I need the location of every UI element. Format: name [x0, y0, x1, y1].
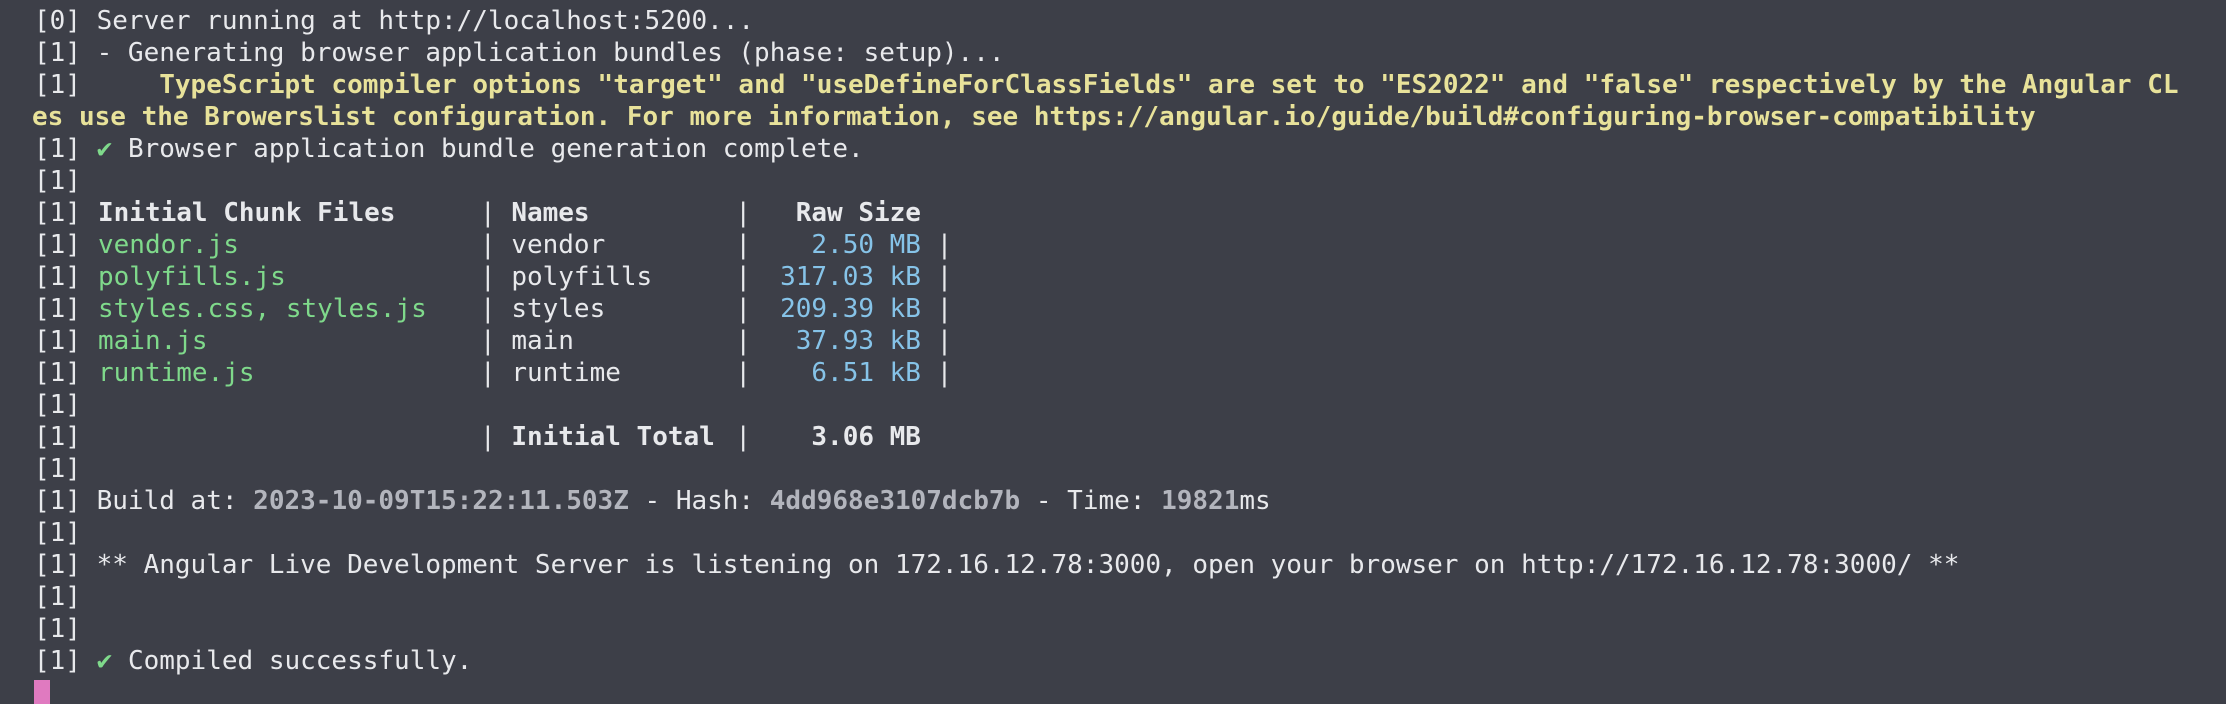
- log-line: [1]: [34, 582, 81, 612]
- hash-label: - Hash:: [644, 486, 755, 516]
- build-info-line: [1] Build at: 2023-10-09T15:22:11.503Z -…: [34, 485, 2226, 517]
- table-row: [1] vendor.js | vendor | 2.50 MB |: [34, 230, 953, 260]
- compiled-text: Compiled successfully.: [127, 646, 473, 676]
- chunk-file: polyfills.js: [98, 262, 286, 292]
- terminal-window[interactable]: [0] Server running at http://localhost:5…: [0, 0, 2226, 704]
- chunk-size: 209.39 kB: [780, 294, 921, 324]
- table-row: [1] polyfills.js | polyfills | 317.03 kB |: [34, 262, 953, 292]
- log-prefix: [1]: [34, 262, 81, 292]
- total-label: Initial Total: [511, 422, 715, 452]
- chunk-name: main: [511, 326, 574, 356]
- chunk-size: 317.03 kB: [780, 262, 921, 292]
- chunk-name: vendor: [511, 230, 606, 260]
- server-listening-line: [1] ** Angular Live Development Server i…: [34, 549, 2226, 581]
- terminal-cursor[interactable]: [34, 680, 50, 704]
- table-row: [1] styles.css, styles.js | styles | 209.39 …: [34, 294, 953, 324]
- hash-value: 4dd968e3107dcb7b: [769, 486, 1021, 516]
- log-prefix: [1]: [34, 550, 81, 580]
- warning-text: es use the Browerslist configuration. Fo…: [32, 102, 2036, 132]
- log-line: [1]: [34, 454, 81, 484]
- total-value: 3.06 MB: [811, 422, 921, 452]
- log-line: [1] ✔ Browser application bundle generat…: [34, 133, 2226, 165]
- column-header-size: Raw Size: [795, 198, 921, 228]
- chunk-file: runtime.js: [98, 358, 255, 388]
- prompt-line[interactable]: [34, 677, 2226, 704]
- log-prefix: [1]: [34, 486, 81, 516]
- chunk-name: styles: [511, 294, 606, 324]
- warning-line-continued: es use the Browerslist configuration. Fo…: [32, 101, 2226, 133]
- checkmark-icon: ✔: [96, 646, 113, 676]
- log-prefix: [1]: [34, 134, 81, 164]
- log-line: [1]: [34, 390, 81, 420]
- log-prefix: [1]: [34, 646, 81, 676]
- chunk-file: vendor.js: [98, 230, 239, 260]
- table-header: [1] Initial Chunk Files | Names | Raw Size: [34, 198, 921, 228]
- warning-text: TypeScript compiler options "target" and…: [159, 70, 2179, 100]
- chunk-size: 6.51 kB: [811, 358, 921, 388]
- log-line: [0] Server running at http://localhost:5…: [34, 6, 755, 36]
- chunk-file: styles.css, styles.js: [98, 294, 427, 324]
- log-prefix: [1]: [34, 326, 81, 356]
- log-prefix: [1]: [34, 70, 81, 100]
- chunk-name: runtime: [511, 358, 621, 388]
- log-prefix: [1]: [34, 230, 81, 260]
- chunk-size: 2.50 MB: [811, 230, 921, 260]
- time-unit: ms: [1239, 486, 1271, 516]
- warning-line: [1] TypeScript compiler options "target"…: [34, 69, 2226, 101]
- log-prefix: [1]: [34, 294, 81, 324]
- log-line: [1] - Generating browser application bun…: [34, 38, 1005, 68]
- checkmark-icon: ✔: [96, 134, 113, 164]
- log-line: [1]: [34, 614, 81, 644]
- log-prefix: [1]: [34, 422, 81, 452]
- log-text: Browser application bundle generation co…: [127, 134, 864, 164]
- log-line: [1]: [34, 518, 81, 548]
- compiled-line: [1] ✔ Compiled successfully.: [34, 645, 2226, 677]
- chunk-size: 37.93 kB: [795, 326, 921, 356]
- build-at-label: Build at:: [96, 486, 238, 516]
- table-total-row: [1] | Initial Total | 3.06 MB: [34, 422, 921, 452]
- server-message: ** Angular Live Development Server is li…: [96, 550, 1960, 580]
- column-header-names: Names: [511, 198, 590, 228]
- column-header-files: Initial Chunk Files: [98, 198, 396, 228]
- log-prefix: [1]: [34, 358, 81, 388]
- table-row: [1] main.js | main | 37.93 kB |: [34, 326, 953, 356]
- chunk-file: main.js: [98, 326, 208, 356]
- table-row: [1] runtime.js | runtime | 6.51 kB |: [34, 358, 953, 388]
- time-label: - Time:: [1035, 486, 1146, 516]
- time-value: 19821: [1161, 486, 1240, 516]
- build-at-value: 2023-10-09T15:22:11.503Z: [253, 486, 629, 516]
- log-line: [1]: [34, 166, 81, 196]
- log-prefix: [1]: [34, 198, 81, 228]
- chunk-name: polyfills: [511, 262, 653, 292]
